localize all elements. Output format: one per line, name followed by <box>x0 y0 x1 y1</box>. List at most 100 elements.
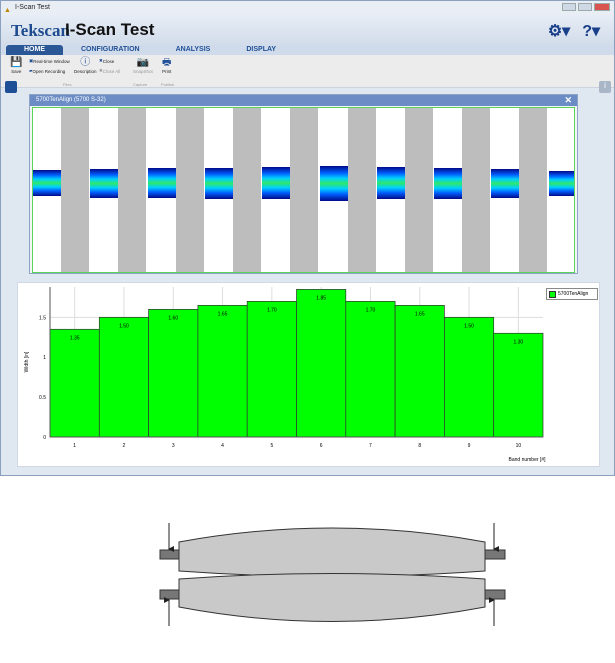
x-tick-label: 7 <box>369 443 372 449</box>
sidebar-toggle-button[interactable] <box>5 81 17 93</box>
legend-swatch <box>549 291 556 298</box>
app-header: Tekscan I-Scan Test ⚙▾ ?▾ <box>1 15 614 45</box>
sensor-gap-stripe <box>118 108 147 272</box>
pressure-band <box>147 168 177 198</box>
y-tick-label: 1 <box>43 355 46 361</box>
x-tick-label: 10 <box>516 443 522 449</box>
y-tick-label: 0 <box>43 435 46 441</box>
bottom-roller <box>159 573 506 622</box>
sensor-gap-stripe <box>462 108 491 272</box>
bar <box>246 301 297 438</box>
bar <box>493 332 544 438</box>
roller-diagram-svg <box>159 523 506 626</box>
panel-title: 5700TenAlign (5700 S-32) <box>36 97 106 103</box>
close-button[interactable]: ✖ Close <box>99 58 114 64</box>
save-button[interactable]: 💾 Save <box>10 57 22 74</box>
bar-value-label: 1.30 <box>513 339 523 345</box>
pressure-band <box>376 167 406 199</box>
title-bar: ▲ I-Scan Test <box>1 1 614 15</box>
x-tick-label: 9 <box>468 443 471 449</box>
maximize-button[interactable] <box>578 3 592 11</box>
x-axis-label: Band number [#] <box>509 457 547 463</box>
help-icon[interactable]: ?▾ <box>582 21 600 41</box>
sensor-gap-stripe <box>519 108 548 272</box>
pressure-map[interactable] <box>32 107 575 273</box>
pressure-band <box>319 165 349 201</box>
window-title: I-Scan Test <box>15 4 50 11</box>
sensor-gap-stripe <box>232 108 261 272</box>
sensor-view-panel: 5700TenAlign (5700 S-32) ✕ <box>29 94 578 274</box>
camera-icon: 📷 <box>136 57 150 68</box>
sensor-gap-stripe <box>175 108 204 272</box>
bar <box>98 316 149 438</box>
description-button[interactable]: ⓘ Description <box>74 57 97 74</box>
logo: Tekscan <box>11 21 70 40</box>
bar-value-label: 1.35 <box>70 335 80 341</box>
bar-value-label: 1.50 <box>464 323 474 329</box>
save-icon: 💾 <box>10 57 23 68</box>
bar <box>148 308 199 438</box>
x-tick-label: 2 <box>123 443 126 449</box>
y-axis-label: Width [in] <box>24 351 30 372</box>
bar <box>394 305 445 438</box>
panel-close-icon[interactable]: ✕ <box>564 95 572 106</box>
legend-label: 5700TenAlign <box>558 291 589 297</box>
sensor-gap-stripe <box>347 108 376 272</box>
open-recording-button[interactable]: ▰ Open Recording <box>29 68 65 74</box>
bar <box>296 289 347 438</box>
tab-analysis[interactable]: ANALYSIS <box>158 45 229 55</box>
top-roller <box>159 527 506 577</box>
realtime-window-button[interactable]: ▣ Real-time Window <box>29 58 70 64</box>
ribbon-tabs: HOME CONFIGURATION ANALYSIS DISPLAY <box>1 45 614 55</box>
x-tick-label: 8 <box>418 443 421 449</box>
sensor-gap-stripe <box>404 108 433 272</box>
pressure-band <box>491 168 521 198</box>
info-icon: ⓘ <box>80 57 91 68</box>
printer-icon: 🖶 <box>162 57 172 68</box>
app-window: ▲ I-Scan Test Tekscan I-Scan Test ⚙▾ ?▾ HO… <box>0 0 615 476</box>
x-tick-label: 1 <box>73 443 76 449</box>
app-title: I-Scan Test <box>65 20 155 39</box>
x-tick-label: 3 <box>172 443 175 449</box>
band-width-chart: 1.35 1 1.50 2 1.60 3 1.65 4 1.70 5 1.85 6 1.70 7 1.65 8… <box>17 282 600 467</box>
pressure-band <box>434 167 464 199</box>
bar-value-label: 1.65 <box>218 311 228 317</box>
bar <box>197 305 248 438</box>
x-tick-label: 4 <box>221 443 224 449</box>
tab-home[interactable]: HOME <box>6 45 63 55</box>
bar-value-label: 1.85 <box>316 295 326 301</box>
snapshot-button[interactable]: 📷 SnapShot <box>133 57 153 74</box>
pressure-band <box>33 170 61 196</box>
minimize-button[interactable] <box>562 3 576 11</box>
pressure-band <box>90 168 120 198</box>
gear-icon[interactable]: ⚙▾ <box>548 21 570 41</box>
bar-value-label: 1.50 <box>119 323 129 329</box>
info-panel-button[interactable]: i <box>599 81 611 93</box>
sensor-gap-stripe <box>61 108 89 272</box>
bar <box>49 328 100 438</box>
pressure-band <box>548 170 574 196</box>
tab-configuration[interactable]: CONFIGURATION <box>63 45 158 55</box>
pressure-band <box>204 167 234 199</box>
group-publish-label: Publish <box>161 82 175 87</box>
print-button[interactable]: 🖶 Print <box>162 57 171 74</box>
close-window-button[interactable] <box>594 3 610 11</box>
roller-diagram <box>0 476 615 658</box>
chart-legend: 5700TenAlign <box>546 288 598 300</box>
chart-svg: 1.3511.5021.6031.6541.7051.8561.7071.658… <box>24 287 547 463</box>
close-all-button[interactable]: ✖ Close All <box>99 68 120 74</box>
group-files-label: Files <box>63 82 72 87</box>
ribbon: 💾 Save ▣ Real-time Window ▰ Open Recording … <box>1 55 614 88</box>
bar-value-label: 1.60 <box>168 315 178 321</box>
bar <box>444 316 495 438</box>
tab-display[interactable]: DISPLAY <box>228 45 294 55</box>
x-tick-label: 6 <box>320 443 323 449</box>
bar <box>345 301 396 438</box>
bar-value-label: 1.70 <box>366 307 376 313</box>
y-tick-label: 1.5 <box>39 315 46 321</box>
group-capture-label: Capture <box>133 82 148 87</box>
y-tick-label: 0.5 <box>39 395 46 401</box>
x-tick-label: 5 <box>270 443 273 449</box>
bar-value-label: 1.70 <box>267 307 277 313</box>
bar-value-label: 1.65 <box>415 311 425 317</box>
